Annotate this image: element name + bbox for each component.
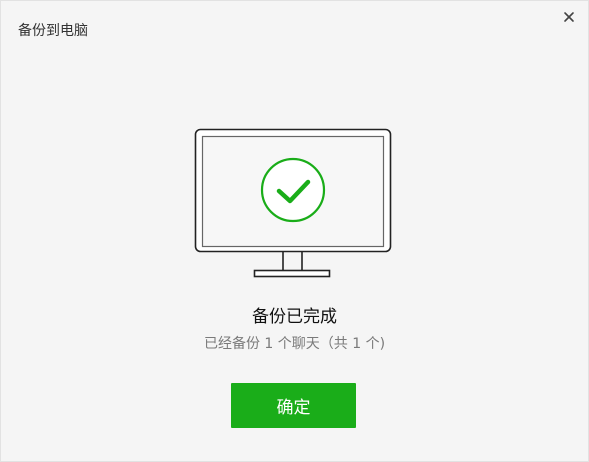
status-title: 备份已完成	[252, 307, 337, 327]
close-icon	[564, 12, 574, 22]
dialog-title: 备份到电脑	[18, 23, 88, 39]
backup-complete-dialog: 备份到电脑 备份已完成 已经备份 1 个聊天（共 1 个) 确定	[0, 0, 589, 462]
confirm-button[interactable]: 确定	[231, 383, 356, 428]
close-button[interactable]	[557, 7, 581, 29]
monitor-check-icon	[194, 128, 392, 278]
monitor-illustration	[194, 128, 394, 284]
status-subtitle: 已经备份 1 个聊天（共 1 个)	[203, 336, 386, 352]
